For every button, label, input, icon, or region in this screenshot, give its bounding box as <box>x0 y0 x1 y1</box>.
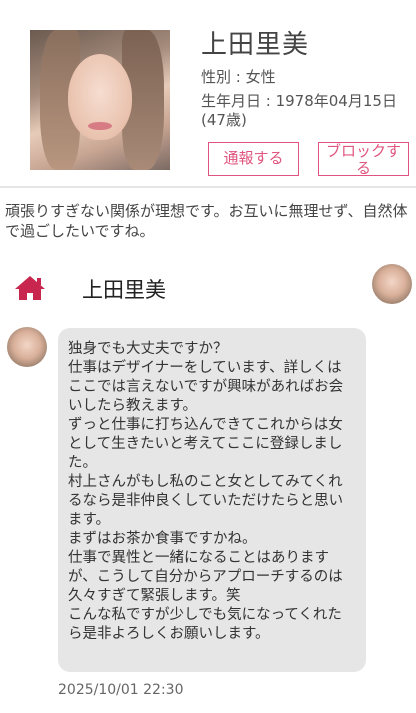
avatar[interactable] <box>372 264 412 304</box>
profile-birthdate: 生年月日 : 1978年04月15日(47歳) <box>201 92 397 129</box>
section-divider <box>0 186 416 188</box>
message-text: 独身でも大丈夫ですか？ 仕事はデザイナーをしています、詳しくはここでは言えないで… <box>68 341 344 642</box>
message-bubble: 独身でも大丈夫ですか？ 仕事はデザイナーをしています、詳しくはここでは言えないで… <box>58 328 366 672</box>
block-button[interactable]: ブロックする <box>318 142 409 176</box>
photo-lips <box>88 122 112 130</box>
chat-header: 上田里美 <box>0 258 416 314</box>
profile-bio: 頑張りすぎない関係が理想です。お互いに無理せず、自然体で過ごしたいですね。 <box>5 202 408 240</box>
profile-gender: 性別 : 女性 <box>201 68 276 86</box>
message-timestamp: 2025/10/01 22:30 <box>58 682 184 698</box>
profile-photo[interactable] <box>30 30 170 170</box>
chat-title: 上田里美 <box>82 278 166 302</box>
report-button[interactable]: 通報する <box>208 142 299 176</box>
profile-section: 上田里美 性別 : 女性 生年月日 : 1978年04月15日(47歳) 通報す… <box>0 0 416 186</box>
home-icon[interactable] <box>14 274 46 302</box>
message-avatar[interactable] <box>7 327 47 367</box>
profile-name: 上田里美 <box>201 30 310 60</box>
